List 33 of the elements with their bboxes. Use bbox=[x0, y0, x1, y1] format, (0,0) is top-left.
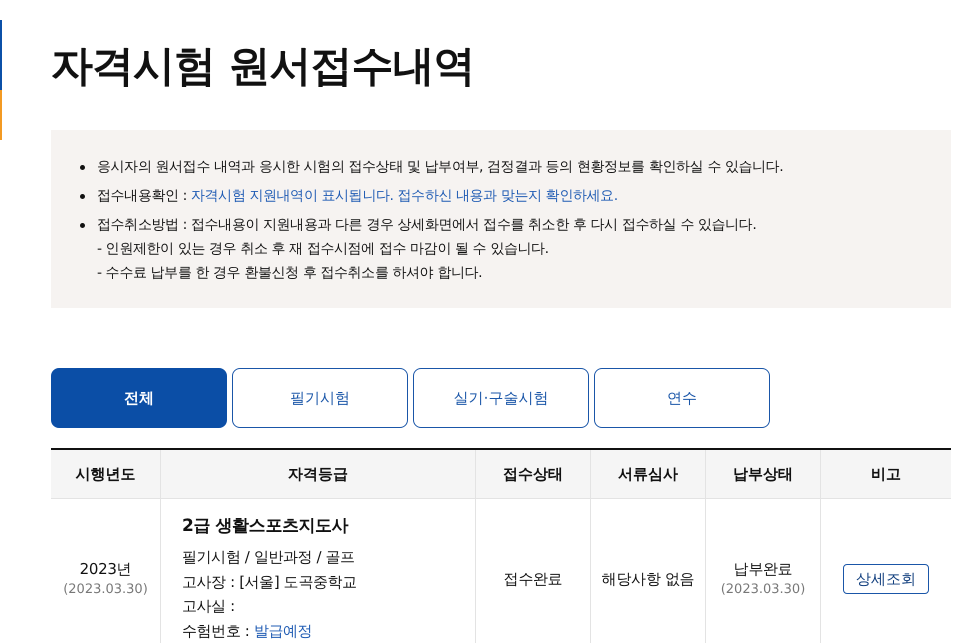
payment-status-text: 납부완료 bbox=[734, 559, 792, 580]
page-title: 자격시험 원서접수내역 bbox=[51, 40, 476, 92]
document-review-text: 해당사항 없음 bbox=[602, 569, 694, 590]
qualification-title: 2급 생활스포츠지도사 bbox=[182, 515, 348, 538]
filter-tab[interactable]: 연수 bbox=[594, 368, 770, 428]
filter-tab[interactable]: 전체 bbox=[51, 368, 227, 428]
notice-label: 접수취소방법 : bbox=[97, 216, 187, 235]
receipt-status-text: 접수완료 bbox=[504, 569, 562, 590]
notice-label: 접수내용확인 : bbox=[97, 187, 187, 206]
date-text: (2023.03.30) bbox=[720, 581, 806, 599]
room-text: 고사실 : bbox=[182, 596, 235, 617]
column-header: 서류심사 bbox=[590, 450, 705, 498]
detail-button[interactable]: 상세조회 bbox=[843, 564, 929, 594]
exam-type-text: 필기시험 / 일반과정 / 골프 bbox=[182, 547, 355, 568]
bullet-icon bbox=[80, 223, 85, 228]
column-header: 비고 bbox=[820, 450, 951, 498]
column-header: 접수상태 bbox=[475, 450, 590, 498]
notice-note: - 수수료 납부를 한 경우 환불신청 후 접수취소를 하셔야 합니다. bbox=[97, 264, 484, 283]
column-header: 자격등급 bbox=[160, 450, 475, 498]
bullet-icon bbox=[80, 165, 85, 170]
filter-tab[interactable]: 필기시험 bbox=[232, 368, 408, 428]
notice-text: 자격시험 지원내역이 표시됩니다. 접수하신 내용과 맞는지 확인하세요. bbox=[190, 187, 618, 206]
year-text: 2023년 bbox=[80, 559, 132, 580]
column-header: 시행년도 bbox=[74, 464, 136, 484]
exam-number-text: 수험번호 : 발급예정 bbox=[182, 620, 312, 642]
column-header: 납부상태 bbox=[705, 450, 820, 498]
notice-text: 접수내용이 지원내용과 다른 경우 상세화면에서 접수를 취소한 후 다시 접수하실 수 있습니다. bbox=[190, 216, 756, 235]
venue-text: 고사장 : [서울] 도곡중학교 bbox=[182, 572, 357, 592]
filter-tab[interactable]: 실기·구술시험 bbox=[413, 368, 589, 428]
notice-note: - 인원제한이 있는 경우 취소 후 재 접수시점에 접수 마감이 될 수 있습니다. bbox=[97, 240, 550, 259]
notice-text: 응시자의 원서접수 내역과 응시한 시험의 접수상태 및 납부여부, 검정결과 등의 현황정보를 확인하실 수 있습니다. bbox=[97, 158, 784, 177]
bullet-icon bbox=[80, 194, 85, 199]
date-text: (2023.03.30) bbox=[63, 581, 148, 599]
